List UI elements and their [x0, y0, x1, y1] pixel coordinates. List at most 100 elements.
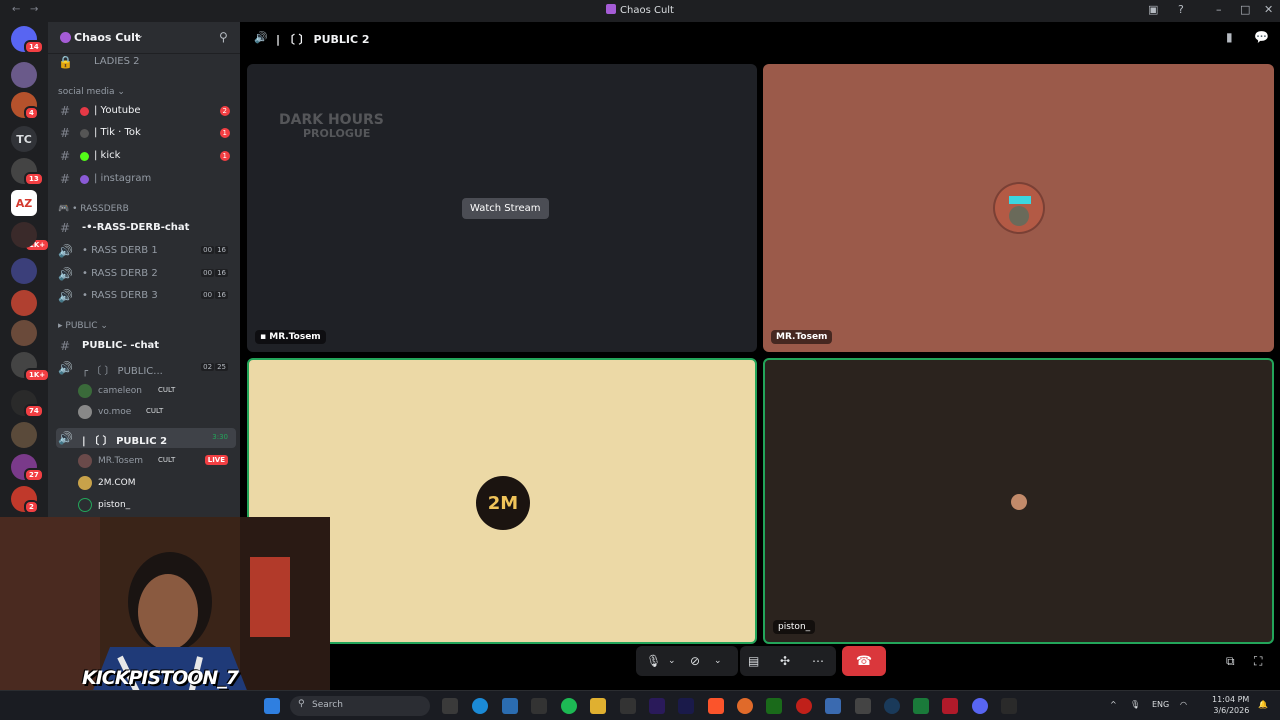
mention-badge: 2	[219, 106, 230, 116]
participant-tile[interactable]: MR.Tosem	[763, 64, 1274, 352]
close-icon[interactable]: ✕	[1264, 3, 1273, 16]
server-icon[interactable]	[11, 222, 37, 248]
chevron-down-icon[interactable]: ⌄	[714, 656, 722, 666]
voice-user[interactable]: piston_	[78, 496, 238, 514]
spotify-icon[interactable]	[561, 698, 577, 714]
camera-off-icon[interactable]: ⊘	[690, 654, 700, 668]
maximize-icon[interactable]: □	[1240, 3, 1250, 16]
channel-instagram[interactable]: # | instagram	[56, 169, 236, 189]
brave-icon[interactable]	[708, 698, 724, 714]
excel-icon[interactable]	[913, 698, 929, 714]
server-icon[interactable]: AZ	[11, 190, 37, 216]
voice-channel-rass-derb-2[interactable]: 🔊 • RASS DERB 2 00 16	[56, 264, 236, 284]
participant-tile[interactable]: piston_	[763, 358, 1274, 644]
category-social-media[interactable]: social media ⌄	[58, 87, 125, 97]
category-rassderb[interactable]: 🎮 • RASSDERB	[58, 204, 129, 214]
avatar	[78, 405, 92, 419]
taskbar-search[interactable]: ⚲ Search	[290, 696, 430, 716]
premiere-icon[interactable]	[649, 698, 665, 714]
inbox-icon[interactable]: ▣	[1148, 3, 1158, 16]
mention-badge: 1	[219, 128, 230, 138]
file-explorer-icon[interactable]	[590, 698, 606, 714]
server-icon[interactable]	[11, 290, 37, 316]
add-user-icon[interactable]: ⚲	[219, 30, 228, 44]
acrobat-icon[interactable]	[942, 698, 958, 714]
store-icon[interactable]	[502, 698, 518, 714]
server-icon[interactable]	[11, 62, 37, 88]
unread-badge: 4	[24, 106, 39, 120]
voice-limit: 00 16	[201, 246, 228, 254]
nvidia-icon[interactable]	[766, 698, 782, 714]
voice-channel-rass-derb-3[interactable]: 🔊 • RASS DERB 3 00 16	[56, 286, 236, 306]
discord-icon[interactable]	[972, 698, 988, 714]
cult-tag: CULT	[158, 456, 176, 464]
notepad-icon[interactable]	[825, 698, 841, 714]
server-icon[interactable]: TC	[11, 126, 37, 152]
server-icon[interactable]	[11, 320, 37, 346]
avatar: 2M	[476, 476, 530, 530]
chevron-up-icon[interactable]: ^	[1110, 700, 1117, 709]
channel-title: | 〔 〕 PUBLIC 2	[276, 33, 370, 46]
chevron-down-icon[interactable]: ⌄	[668, 656, 676, 666]
edge-icon[interactable]	[472, 698, 488, 714]
unread-badge: 2	[24, 500, 39, 514]
server-icon[interactable]	[11, 422, 37, 448]
task-view-icon[interactable]	[442, 698, 458, 714]
channel-kick[interactable]: # | kick 1	[56, 146, 236, 166]
voice-limit: 00 16	[201, 291, 228, 299]
pop-out-icon[interactable]: ⧉	[1226, 654, 1235, 669]
hashtag-icon: #	[59, 149, 71, 163]
unread-badge: 74	[24, 404, 44, 418]
stream-tile[interactable]: DARK HOURS PROLOGUE Watch Stream ▪ MR.Tos…	[247, 64, 757, 352]
voice-user[interactable]: vo.moe CULT	[78, 403, 238, 421]
voice-user[interactable]: MR.Tosem CULT LIVE	[78, 452, 238, 470]
voice-user[interactable]: cameleon CULT	[78, 382, 238, 400]
category-public[interactable]: ▸ PUBLIC ⌄	[58, 321, 108, 331]
wifi-icon[interactable]: ◠	[1180, 700, 1187, 709]
title-bar: ← → Chaos Cult ▣ ? – □ ✕	[0, 0, 1280, 22]
after-effects-icon[interactable]	[678, 698, 694, 714]
voice-limit: 00 16	[201, 269, 228, 277]
voice-channel-public-1[interactable]: 🔊 ┌ 〔 〕 PUBLIC... 02 25	[56, 358, 236, 378]
capcut-icon[interactable]	[620, 698, 636, 714]
more-options-icon[interactable]: ⋯	[812, 654, 824, 668]
server-icon[interactable]	[11, 258, 37, 284]
channel-tiktok[interactable]: # | Tik · Tok 1	[56, 123, 236, 143]
watch-stream-button[interactable]: Watch Stream	[462, 198, 549, 219]
screen-share-icon[interactable]: ▤	[748, 654, 759, 668]
voice-user[interactable]: 2M.COM	[78, 474, 238, 492]
avatar	[78, 476, 92, 490]
app-icon[interactable]	[796, 698, 812, 714]
notification-icon[interactable]: 🔔	[1258, 700, 1268, 709]
audio-video-controls: 🎙 ⌄ ⊘ ⌄	[636, 646, 738, 676]
help-icon[interactable]: ?	[1178, 3, 1184, 16]
microphone-icon[interactable]: 🎙	[1130, 700, 1140, 709]
disconnect-button[interactable]: ☎	[842, 646, 886, 676]
youtube-icon	[80, 107, 89, 116]
channel-rass-derb-chat[interactable]: # -•-RASS-DERB-chat	[56, 218, 236, 238]
channel-header: 🔊 | 〔 〕 PUBLIC 2 ▮ 💬	[240, 22, 1280, 54]
clock[interactable]: 11:04 PM 3/6/2026	[1212, 694, 1249, 716]
chat-icon[interactable]: 💬	[1254, 30, 1269, 44]
app-icon[interactable]	[531, 698, 547, 714]
language-indicator[interactable]: ENG	[1152, 700, 1169, 709]
pin-icon[interactable]: ▮	[1226, 30, 1233, 44]
chrome-icon[interactable]	[737, 698, 753, 714]
channel-youtube[interactable]: # | Youtube 2	[56, 101, 236, 121]
voice-channel-public-2[interactable]: 🔊 | 〔 〕 PUBLIC 2 3:30	[56, 428, 236, 448]
fullscreen-icon[interactable]: ⛶	[1254, 654, 1262, 669]
voice-channel-rass-derb-1[interactable]: 🔊 • RASS DERB 1 00 16	[56, 241, 236, 261]
activity-controls: ▤ ✣ ⋯	[740, 646, 836, 676]
windows-start-icon[interactable]	[264, 698, 280, 714]
server-header[interactable]: Chaos Cult ⌄ ⚲	[48, 22, 240, 54]
channel-ladies-2[interactable]: 🔒 LADIES 2	[56, 52, 236, 72]
obs-icon[interactable]	[855, 698, 871, 714]
activities-icon[interactable]: ✣	[780, 654, 790, 668]
microphone-icon[interactable]: 🎙	[646, 654, 661, 668]
terminal-icon[interactable]	[1001, 698, 1017, 714]
minimize-icon[interactable]: –	[1216, 3, 1222, 16]
taskbar: ⚲ Search ^ 🎙 ENG ◠ 11:04 PM 3/6/2026 🔔	[0, 690, 1280, 720]
steam-icon[interactable]	[884, 698, 900, 714]
channel-public-chat[interactable]: # PUBLIC- -chat	[56, 336, 236, 356]
speaker-icon: 🔊	[58, 431, 73, 445]
